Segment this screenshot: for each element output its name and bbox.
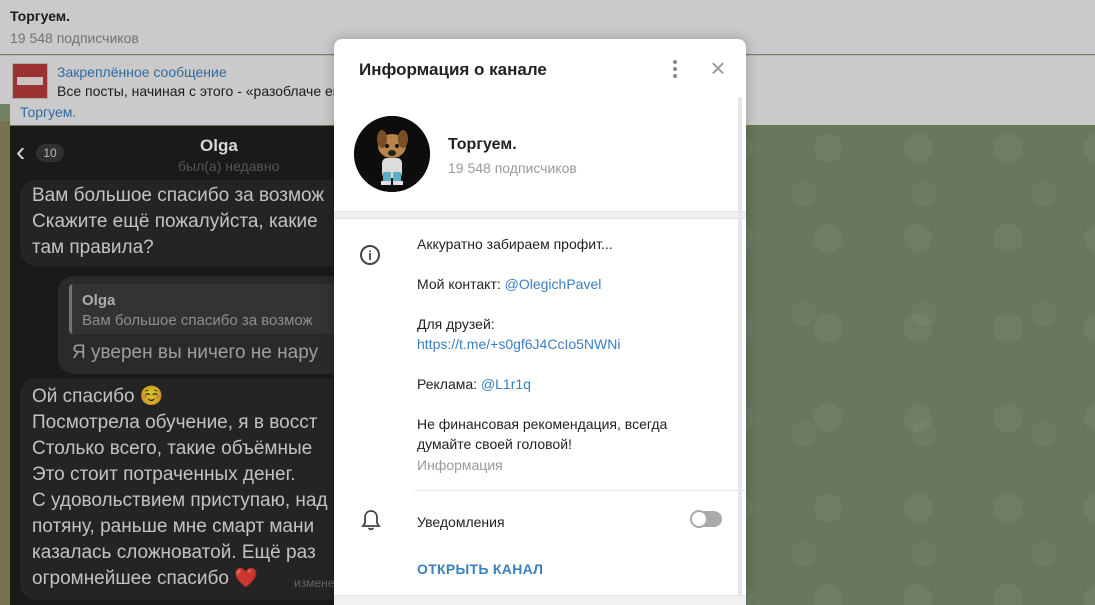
dialog-channel-name: Торгуем. bbox=[448, 136, 517, 153]
info-caption: Информация bbox=[417, 457, 503, 473]
channel-avatar[interactable] bbox=[354, 116, 430, 192]
dialog-title: Информация о канале bbox=[359, 60, 547, 79]
disclaimer-line-2: думайте своей головой! bbox=[417, 436, 572, 452]
ads-label: Реклама: bbox=[417, 376, 478, 392]
notifications-label: Уведомления bbox=[417, 514, 505, 530]
channel-info-dialog: Информация о канале × Торгуем. 19 548 по… bbox=[334, 39, 746, 605]
friends-label: Для друзей: bbox=[417, 316, 495, 332]
contact-link[interactable]: @OlegichPavel bbox=[505, 276, 602, 292]
friends-link[interactable]: https://t.me/+s0gf6J4CcIo5NWNi bbox=[417, 336, 620, 352]
notifications-toggle[interactable] bbox=[690, 510, 722, 528]
dog-avatar-icon bbox=[354, 116, 430, 192]
dialog-channel-subscribers: 19 548 подписчиков bbox=[448, 160, 577, 176]
dialog-scrollbar[interactable] bbox=[738, 97, 742, 597]
contact-label: Мой контакт: bbox=[417, 276, 501, 292]
bottom-divider bbox=[334, 595, 746, 605]
ads-line: Реклама: @L1r1q bbox=[417, 376, 531, 392]
bell-icon bbox=[361, 510, 381, 531]
description-line: Аккуратно забираем профит... bbox=[417, 236, 613, 252]
ads-link[interactable]: @L1r1q bbox=[481, 376, 531, 392]
open-channel-button[interactable]: ОТКРЫТЬ КАНАЛ bbox=[417, 561, 543, 577]
info-icon: i bbox=[360, 245, 380, 265]
toggle-knob bbox=[690, 510, 708, 528]
section-divider bbox=[334, 211, 746, 219]
more-options-icon[interactable] bbox=[668, 58, 682, 80]
contact-line: Мой контакт: @OlegichPavel bbox=[417, 276, 601, 292]
divider bbox=[414, 490, 746, 491]
close-icon[interactable]: × bbox=[706, 55, 730, 81]
disclaimer-line-1: Не финансовая рекомендация, всегда bbox=[417, 416, 668, 432]
